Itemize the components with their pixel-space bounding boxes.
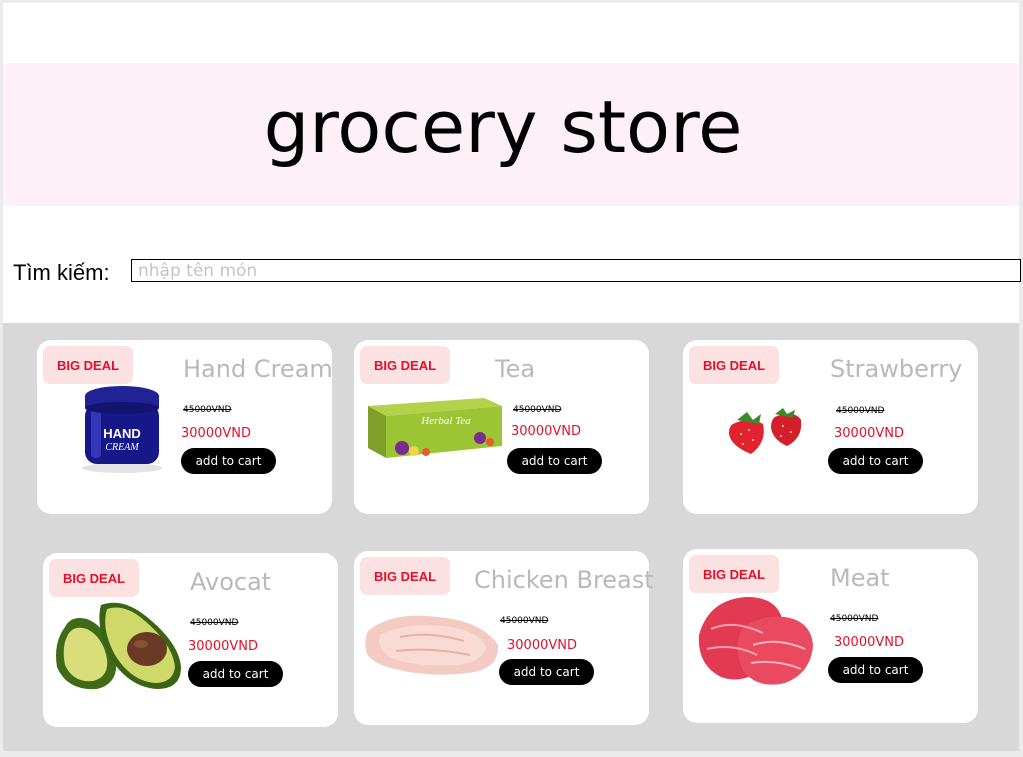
sale-price: 30000VND [834, 635, 904, 650]
old-price: 45000VND [190, 618, 239, 628]
herbal-tea-label: Herbal Tea [420, 415, 471, 427]
old-price: 45000VND [513, 405, 562, 415]
add-to-cart-button[interactable]: add to cart [181, 448, 276, 474]
product-card-strawberry: BIG DEAL Strawberry 45000VND 30000VND ad… [683, 340, 978, 514]
herbal-tea-box-image: Herbal Tea [368, 398, 502, 458]
add-to-cart-button[interactable]: add to cart [507, 448, 602, 474]
product-name: Avocat [190, 568, 272, 596]
chicken-breast-image [365, 615, 499, 675]
product-card-chicken-breast: BIG DEAL Chicken Breast 45000VND 30000VN… [354, 551, 654, 725]
old-price: 45000VND [836, 406, 885, 416]
product-card-tea: BIG DEAL Herbal Tea Tea 45000VND 30000VN… [354, 340, 649, 514]
product-name: Chicken Breast [474, 566, 654, 594]
add-to-cart-button[interactable]: add to cart [828, 657, 923, 683]
product-card-hand-cream: BIG DEAL HAND CREAM Hand Cream 45000VND … [37, 340, 333, 514]
big-deal-badge: BIG DEAL [689, 346, 779, 384]
old-price: 45000VND [500, 616, 549, 626]
strawberry-image [729, 408, 802, 454]
old-price: 45000VND [830, 614, 879, 624]
product-name: Tea [495, 355, 536, 383]
big-deal-badge: BIG DEAL [360, 557, 450, 595]
product-grid: BIG DEAL HAND CREAM Hand Cream 45000VND … [3, 323, 1019, 751]
old-price: 45000VND [183, 405, 232, 415]
sale-price: 30000VND [507, 638, 577, 653]
big-deal-badge: BIG DEAL [689, 555, 779, 593]
product-name: Strawberry [830, 355, 963, 383]
sale-price: 30000VND [511, 424, 581, 439]
svg-text:CREAM: CREAM [105, 442, 139, 453]
avocado-image [56, 602, 181, 690]
add-to-cart-button[interactable]: add to cart [499, 659, 594, 685]
search-label: Tìm kiếm: [13, 260, 110, 285]
big-deal-badge: BIG DEAL [360, 346, 450, 384]
product-name: Hand Cream [183, 355, 333, 383]
svg-text:HAND: HAND [103, 426, 141, 441]
page-title: grocery store [263, 85, 743, 169]
hand-cream-image: HAND CREAM [82, 386, 162, 473]
big-deal-badge: BIG DEAL [43, 346, 133, 384]
search-input[interactable] [131, 259, 1021, 282]
sale-price: 30000VND [834, 426, 904, 441]
big-deal-badge: BIG DEAL [49, 559, 139, 597]
page: grocery store Tìm kiếm: BIG DEAL HAND CR… [3, 3, 1021, 751]
add-to-cart-button[interactable]: add to cart [828, 448, 923, 474]
product-card-avocat: BIG DEAL Avocat 45000VND 30000VND add to… [43, 553, 338, 727]
product-name: Meat [830, 564, 890, 592]
meat-image [698, 597, 813, 685]
window-frame: grocery store Tìm kiếm: BIG DEAL HAND CR… [0, 0, 1023, 757]
add-to-cart-button[interactable]: add to cart [188, 661, 283, 687]
sale-price: 30000VND [188, 639, 258, 654]
product-card-meat: BIG DEAL Meat 45000VND 30000VND add to c… [683, 549, 978, 723]
sale-price: 30000VND [181, 426, 251, 441]
